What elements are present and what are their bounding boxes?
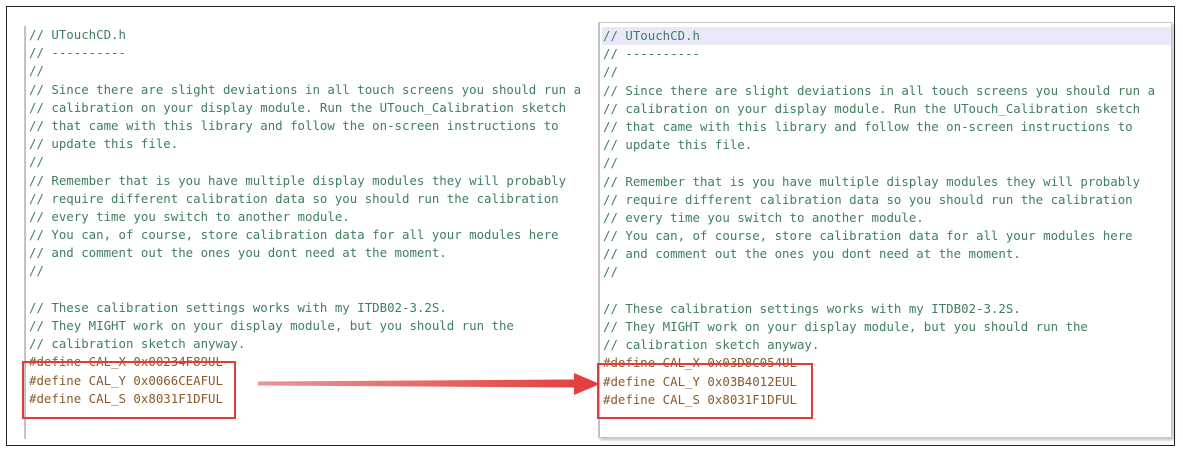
code-line: // These calibration settings works with…: [29, 299, 447, 315]
code-line: // require different calibration data so…: [29, 190, 559, 206]
right-code-lines: // UTouchCD.h // ---------- // // Since …: [602, 27, 1171, 409]
code-line: // They MIGHT work on your display modul…: [29, 318, 514, 333]
code-line: // Since there are slight deviations in …: [29, 81, 582, 97]
code-line: //: [603, 64, 618, 80]
code-line: // They MIGHT work on your display modul…: [603, 319, 1088, 334]
code-line: // and comment out the ones you dont nee…: [603, 246, 1021, 262]
code-line: //: [29, 154, 44, 170]
code-line: //: [29, 263, 44, 279]
code-line: // and comment out the ones you dont nee…: [29, 245, 447, 261]
code-line: // require different calibration data so…: [603, 191, 1133, 207]
code-line: // UTouchCD.h: [29, 27, 126, 42]
code-line: //: [603, 155, 618, 171]
code-line: // These calibration settings works with…: [603, 300, 1021, 316]
code-line: // update this file.: [29, 136, 179, 152]
code-line: // Remember that is you have multiple di…: [603, 173, 1141, 189]
code-line: // update this file.: [603, 137, 753, 153]
code-line: // that came with this library and follo…: [29, 117, 559, 133]
code-line: // every time you switch to another modu…: [29, 208, 350, 224]
code-line: // Since there are slight deviations in …: [603, 82, 1156, 98]
code-line: // You can, of course, store calibration…: [603, 228, 1133, 244]
code-line: // calibration sketch anyway.: [29, 336, 246, 352]
code-line: // calibration on your display module. R…: [603, 100, 1141, 116]
code-line: // calibration on your display module. R…: [29, 99, 567, 115]
code-line: //: [603, 264, 618, 280]
code-line: // You can, of course, store calibration…: [29, 227, 559, 243]
code-line: // that came with this library and follo…: [603, 118, 1133, 134]
code-line: // calibration sketch anyway.: [603, 337, 820, 353]
code-line-current: // UTouchCD.h: [602, 27, 1171, 46]
code-line: // every time you switch to another modu…: [603, 209, 924, 225]
code-line: // ----------: [603, 46, 700, 62]
right-defines-highlight-box: [597, 363, 813, 419]
left-code-lines: // UTouchCD.h // ---------- // // Since …: [28, 26, 599, 408]
code-line: // Remember that is you have multiple di…: [29, 172, 567, 188]
right-arrow-icon: [258, 373, 600, 395]
code-line: //: [29, 63, 44, 79]
left-defines-highlight-box: [22, 361, 236, 419]
code-line: // ----------: [29, 45, 126, 61]
